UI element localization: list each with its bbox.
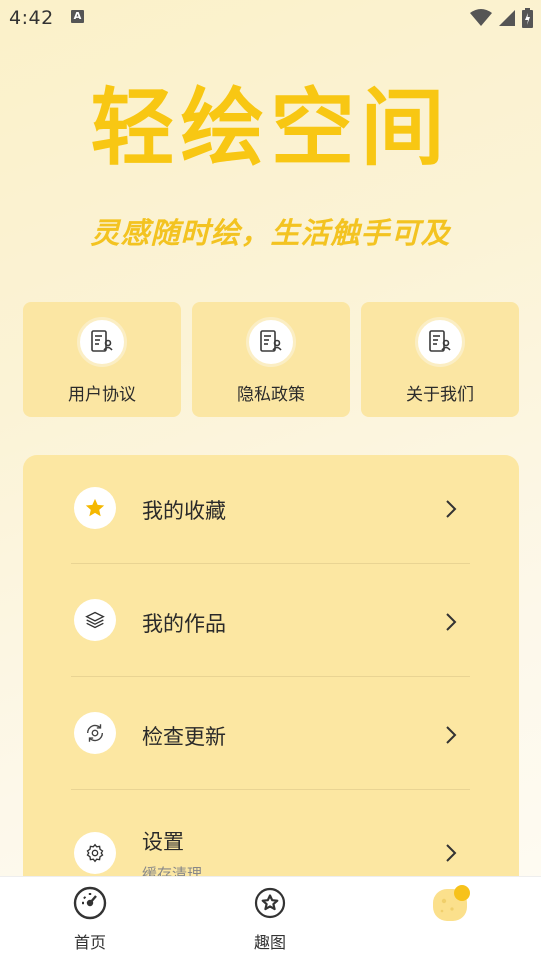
chevron-right-icon xyxy=(442,844,460,862)
quick-links: 用户协议 隐私政策 关于我们 xyxy=(23,302,519,417)
dashboard-icon xyxy=(72,885,108,921)
menu-item-label: 设置 xyxy=(142,830,184,854)
app-subtitle: 灵感随时绘，生活触手可及 xyxy=(90,216,451,250)
menu-item-label: 我的收藏 xyxy=(142,499,226,523)
privacy-policy-label: 隐私政策 xyxy=(237,385,305,405)
star-icon xyxy=(74,487,116,529)
menu-item-favorites[interactable]: 我的收藏 xyxy=(23,455,519,563)
about-us-card[interactable]: 关于我们 xyxy=(361,302,519,417)
user-agreement-label: 用户协议 xyxy=(68,385,136,405)
chevron-right-icon xyxy=(442,613,460,631)
status-icons xyxy=(470,8,533,28)
signal-icon xyxy=(499,10,515,26)
notification-icon: A xyxy=(71,10,84,23)
menu-item-my-works[interactable]: 我的作品 xyxy=(23,564,519,676)
nav-home[interactable]: 首页 xyxy=(30,877,150,962)
nav-home-label: 首页 xyxy=(73,933,106,952)
gear-icon xyxy=(74,832,116,874)
user-agreement-card[interactable]: 用户协议 xyxy=(23,302,181,417)
status-time: 4:42 xyxy=(9,7,54,29)
document-user-icon xyxy=(77,317,127,367)
nav-fun-pics[interactable]: 趣图 xyxy=(210,877,330,962)
battery-icon xyxy=(522,8,533,28)
about-us-label: 关于我们 xyxy=(406,385,474,405)
app-title: 轻绘空间 xyxy=(90,79,451,177)
nav-profile[interactable] xyxy=(390,877,510,962)
refresh-icon xyxy=(74,712,116,754)
wifi-icon xyxy=(470,9,492,26)
nav-fun-pics-label: 趣图 xyxy=(253,933,286,952)
status-bar: 4:42 A xyxy=(0,0,541,36)
document-user-icon xyxy=(415,317,465,367)
layers-icon xyxy=(74,599,116,641)
star-circle-icon xyxy=(252,885,288,921)
chevron-right-icon xyxy=(442,726,460,744)
chevron-right-icon xyxy=(442,500,460,518)
profile-avatar-icon xyxy=(430,883,472,925)
menu-item-check-update[interactable]: 检查更新 xyxy=(23,677,519,789)
document-user-icon xyxy=(246,317,296,367)
menu-item-label: 我的作品 xyxy=(142,612,226,636)
menu-card: 我的收藏 我的作品 检查更新 设置 缓存清理 xyxy=(23,455,519,895)
privacy-policy-card[interactable]: 隐私政策 xyxy=(192,302,350,417)
menu-item-label: 检查更新 xyxy=(142,725,226,749)
bottom-nav: 首页 趣图 xyxy=(0,876,541,962)
